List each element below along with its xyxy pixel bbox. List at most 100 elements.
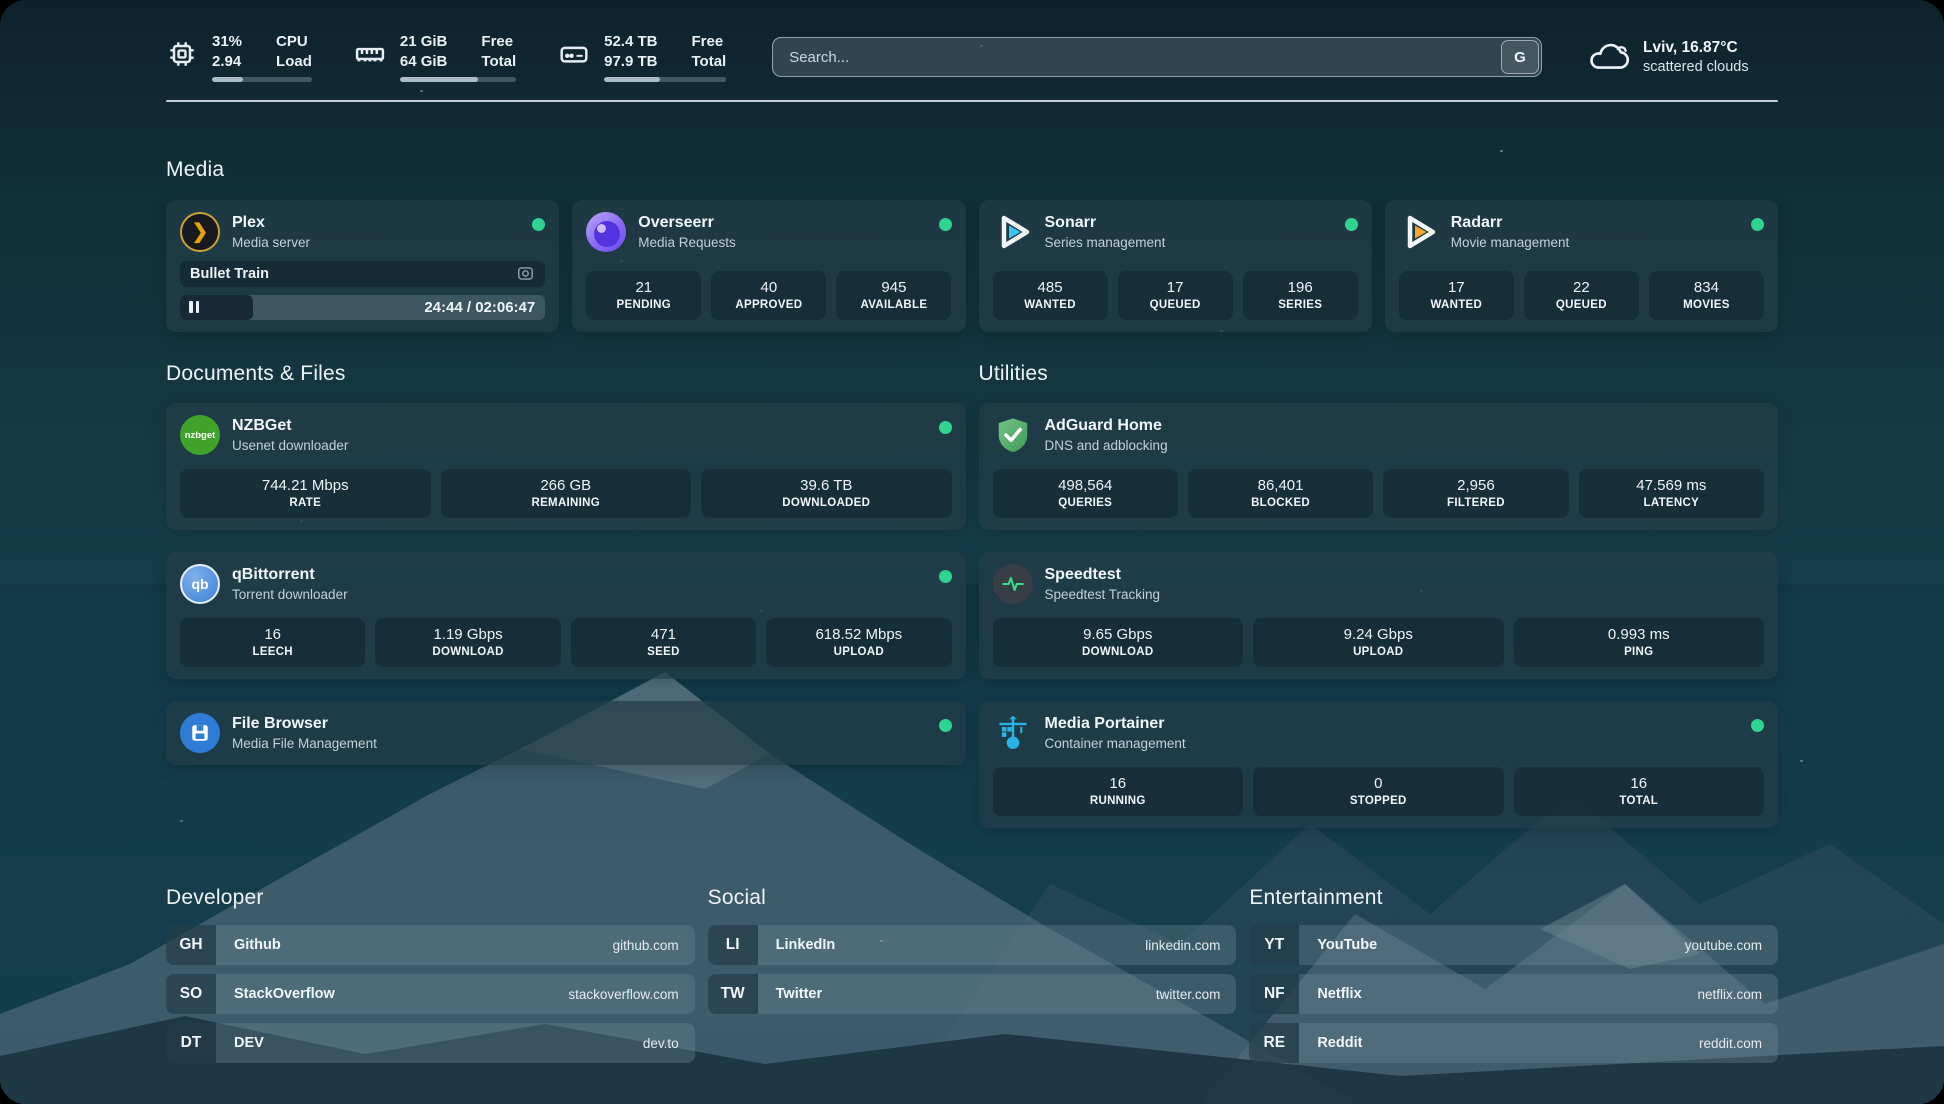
search-engine-button[interactable]: G (1501, 40, 1539, 74)
stat-value: 17 (1403, 279, 1510, 296)
search-input[interactable] (772, 37, 1542, 77)
bookmark-dev[interactable]: DT DEV dev.to (166, 1023, 695, 1063)
playback-progress-bar[interactable]: 24:44 / 02:06:47 (180, 295, 545, 321)
stat-label: AVAILABLE (840, 299, 947, 311)
stat-value: 22 (1528, 279, 1635, 296)
stat-tile: 196 SERIES (1243, 271, 1358, 320)
stat-value: 266 GB (445, 477, 688, 494)
stat-label: APPROVED (715, 299, 822, 311)
header-divider (166, 100, 1778, 102)
radarr-icon (1399, 212, 1439, 252)
bookmark-youtube[interactable]: YT YouTube youtube.com (1249, 925, 1778, 965)
bookmark-abbr: NF (1249, 974, 1299, 1014)
app-card-speedtest[interactable]: Speedtest Speedtest Tracking 9.65 Gbps D… (979, 552, 1779, 679)
stat-value: 1.19 Gbps (379, 626, 556, 643)
disk-total-label: Total (691, 52, 726, 71)
bookmark-url: twitter.com (1156, 974, 1237, 1014)
stat-value: 16 (997, 775, 1240, 792)
search-bar[interactable]: G (772, 37, 1542, 77)
stat-tile: 17 WANTED (1399, 271, 1514, 320)
stat-tile: 40 APPROVED (711, 271, 826, 320)
stat-tile: 9.65 Gbps DOWNLOAD (993, 618, 1244, 667)
stat-label: WANTED (997, 299, 1104, 311)
status-online-dot (939, 218, 952, 231)
stat-tiles: 498,564 QUERIES 86,401 BLOCKED 2,956 FIL… (993, 469, 1765, 518)
section-title-documents: Documents & Files (166, 362, 966, 386)
bookmark-linkedin[interactable]: LI LinkedIn linkedin.com (708, 925, 1237, 965)
bookmark-stackoverflow[interactable]: SO StackOverflow stackoverflow.com (166, 974, 695, 1014)
top-bar: 31% 2.94 CPU Load (166, 0, 1778, 82)
nzbget-icon-text: nzbget (185, 430, 216, 441)
app-subtitle: Media File Management (232, 735, 377, 752)
speedtest-icon (993, 564, 1033, 604)
bookmark-name: DEV (218, 1023, 264, 1063)
bookmark-abbr: GH (166, 925, 216, 965)
pause-button[interactable] (189, 295, 199, 321)
utilities-column: Utilities (979, 362, 1779, 828)
entertainment-bookmarks-group: Entertainment YT YouTube youtube.com NF … (1249, 886, 1778, 1063)
stat-tile: 86,401 BLOCKED (1188, 469, 1373, 518)
app-card-overseerr[interactable]: Overseerr Media Requests 21 PENDING 40 A… (572, 200, 965, 332)
session-icon[interactable] (516, 264, 535, 283)
app-card-qbittorrent[interactable]: qb qBittorrent Torrent downloader 16 (166, 552, 966, 679)
stat-label: PENDING (590, 299, 697, 311)
bookmark-name: StackOverflow (218, 974, 335, 1014)
stat-label: RATE (184, 497, 427, 509)
media-card-row: ❯ Plex Media server Bullet Train (166, 200, 1778, 332)
app-subtitle: Media Requests (638, 234, 736, 251)
bookmark-reddit[interactable]: RE Reddit reddit.com (1249, 1023, 1778, 1063)
stat-tile: 834 MOVIES (1649, 271, 1764, 320)
app-card-filebrowser[interactable]: File Browser Media File Management (166, 701, 966, 765)
status-online-dot (1751, 719, 1764, 732)
stat-tile: 22 QUEUED (1524, 271, 1639, 320)
stat-tiles: 744.21 Mbps RATE 266 GB REMAINING 39.6 T… (180, 469, 952, 518)
stat-label: QUEUED (1122, 299, 1229, 311)
now-playing-title: Bullet Train (190, 266, 269, 282)
bookmark-name: LinkedIn (760, 925, 836, 965)
app-subtitle: Usenet downloader (232, 437, 348, 454)
app-card-adguard[interactable]: AdGuard Home DNS and adblocking 498,564 … (979, 403, 1779, 530)
app-card-sonarr[interactable]: Sonarr Series management 485 WANTED 17 Q… (979, 200, 1372, 332)
stat-tiles: 485 WANTED 17 QUEUED 196 SERIES (993, 271, 1358, 320)
app-name: File Browser (232, 714, 377, 734)
app-subtitle: Torrent downloader (232, 586, 348, 603)
nzbget-icon: nzbget (180, 415, 220, 455)
bookmark-github[interactable]: GH Github github.com (166, 925, 695, 965)
app-name: AdGuard Home (1045, 416, 1168, 436)
cpu-progress-fill (212, 77, 243, 82)
stat-label: WANTED (1403, 299, 1510, 311)
app-name: Radarr (1451, 213, 1570, 233)
disk-icon (558, 38, 590, 70)
stat-value: 2,956 (1387, 477, 1564, 494)
app-card-nzbget[interactable]: nzbget NZBGet Usenet downloader 744.21 M… (166, 403, 966, 530)
app-card-portainer[interactable]: Media Portainer Container management 16 … (979, 701, 1779, 828)
bookmark-twitter[interactable]: TW Twitter twitter.com (708, 974, 1237, 1014)
stat-label: TOTAL (1518, 795, 1761, 807)
stat-label: BLOCKED (1192, 497, 1369, 509)
app-card-radarr[interactable]: Radarr Movie management 17 WANTED 22 QUE… (1385, 200, 1778, 332)
stat-label: FILTERED (1387, 497, 1564, 509)
stat-value: 40 (715, 279, 822, 296)
stat-tile: 744.21 Mbps RATE (180, 469, 431, 518)
stat-tile: 0 STOPPED (1253, 767, 1504, 816)
stat-label: RUNNING (997, 795, 1240, 807)
stat-label: DOWNLOAD (997, 646, 1240, 658)
bookmark-name: Github (218, 925, 281, 965)
stat-tile: 266 GB REMAINING (441, 469, 692, 518)
stat-tile: 21 PENDING (586, 271, 701, 320)
disk-free-label: Free (691, 32, 726, 51)
app-card-plex[interactable]: ❯ Plex Media server Bullet Train (166, 200, 559, 332)
stat-value: 196 (1247, 279, 1354, 296)
portainer-icon (993, 713, 1033, 753)
status-online-dot (1345, 218, 1358, 231)
bookmark-url: youtube.com (1685, 925, 1778, 965)
stat-tile: 16 LEECH (180, 618, 365, 667)
bookmark-url: netflix.com (1697, 974, 1778, 1014)
stat-tiles: 16 LEECH 1.19 Gbps DOWNLOAD 471 SEED (180, 618, 952, 667)
stat-label: MOVIES (1653, 299, 1760, 311)
stat-label: PING (1518, 646, 1761, 658)
sonarr-icon (993, 212, 1033, 252)
bookmark-netflix[interactable]: NF Netflix netflix.com (1249, 974, 1778, 1014)
bookmark-name: Reddit (1301, 1023, 1362, 1063)
system-stats: 31% 2.94 CPU Load (166, 32, 726, 82)
